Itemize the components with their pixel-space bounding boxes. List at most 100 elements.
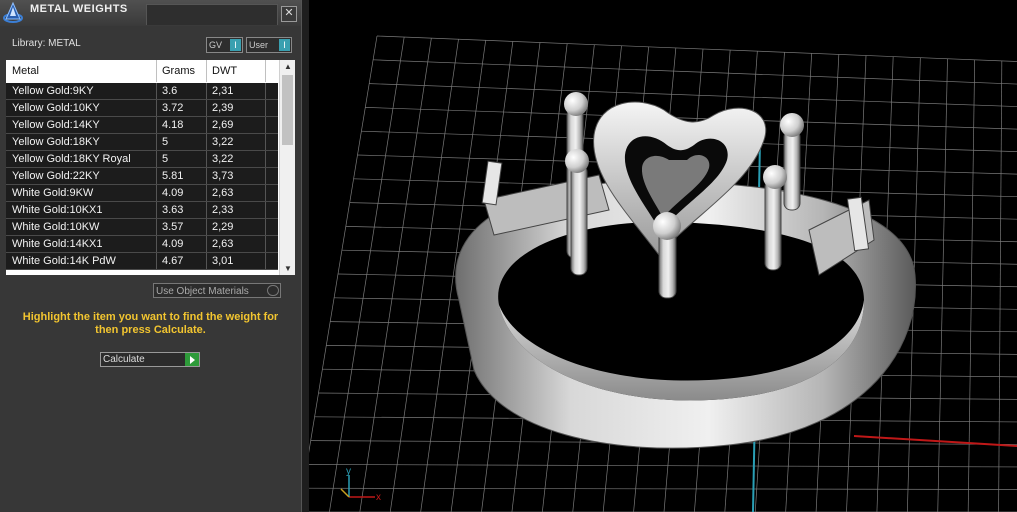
cell-divider bbox=[206, 100, 207, 116]
column-divider bbox=[206, 60, 207, 82]
table-row[interactable]: Yellow Gold:18KY Royal 5 3,22 bbox=[6, 151, 278, 168]
cell-grams: 5 bbox=[162, 153, 169, 165]
column-divider bbox=[156, 60, 157, 82]
cell-metal: White Gold:10KW bbox=[12, 221, 100, 233]
cell-divider bbox=[265, 83, 266, 99]
column-divider bbox=[265, 60, 266, 82]
cell-metal: White Gold:14KX1 bbox=[12, 238, 103, 250]
cell-metal: Yellow Gold:18KY Royal bbox=[12, 153, 131, 165]
table-header: Metal Grams DWT bbox=[6, 60, 278, 82]
table-row[interactable]: Yellow Gold:14KY 4.18 2,69 bbox=[6, 117, 278, 134]
calculate-button[interactable]: Calculate bbox=[100, 352, 200, 367]
cell-dwt: 3,22 bbox=[212, 136, 234, 148]
viewport-canvas[interactable]: x y bbox=[309, 0, 1017, 512]
cell-divider bbox=[156, 219, 157, 235]
cell-dwt: 2,63 bbox=[212, 187, 234, 199]
user-filter-indicator-icon: I bbox=[279, 39, 290, 51]
cell-divider bbox=[206, 134, 207, 150]
cell-grams: 5.81 bbox=[162, 170, 184, 182]
cell-divider bbox=[156, 83, 157, 99]
cell-divider bbox=[156, 100, 157, 116]
gv-filter-label: GV bbox=[209, 40, 223, 50]
table-row[interactable]: Yellow Gold:18KY 5 3,22 bbox=[6, 134, 278, 151]
cell-grams: 4.09 bbox=[162, 238, 184, 250]
close-button[interactable]: ✕ bbox=[281, 6, 297, 22]
table-row[interactable]: Yellow Gold:22KY 5.81 3,73 bbox=[6, 168, 278, 185]
axis-gizmo-icon: x y bbox=[340, 466, 381, 503]
table-row[interactable]: Yellow Gold:10KY 3.72 2,39 bbox=[6, 100, 278, 117]
cell-metal: Yellow Gold:22KY bbox=[12, 170, 100, 182]
grid-line bbox=[309, 487, 1017, 490]
cell-metal: White Gold:10KX1 bbox=[12, 204, 103, 216]
table-scrollbar[interactable]: ▲ ▼ bbox=[279, 60, 295, 275]
cell-metal: White Gold:14K PdW bbox=[12, 255, 116, 267]
cell-divider bbox=[206, 117, 207, 133]
table-row[interactable]: White Gold:9KW 4.09 2,63 bbox=[6, 185, 278, 202]
gizmo-y-label: y bbox=[346, 466, 351, 477]
column-header-grams[interactable]: Grams bbox=[162, 65, 195, 77]
cell-divider bbox=[265, 151, 266, 167]
use-object-materials-toggle[interactable]: Use Object Materials bbox=[153, 283, 281, 298]
cell-dwt: 2,39 bbox=[212, 102, 234, 114]
table-row[interactable]: White Gold:14KX1 4.09 2,63 bbox=[6, 236, 278, 253]
cell-divider bbox=[156, 134, 157, 150]
cell-metal: White Gold:9KW bbox=[12, 187, 94, 199]
cell-divider bbox=[206, 185, 207, 201]
scrollbar-thumb[interactable] bbox=[282, 75, 293, 145]
panel-titlebar: METAL WEIGHTS ✕ bbox=[0, 0, 301, 26]
instructions-text: Highlight the item you want to find the … bbox=[22, 311, 279, 336]
cell-divider bbox=[156, 253, 157, 269]
play-arrow-icon bbox=[185, 353, 199, 366]
cell-divider bbox=[265, 185, 266, 201]
cell-divider bbox=[265, 168, 266, 184]
cell-divider bbox=[206, 151, 207, 167]
cell-divider bbox=[265, 219, 266, 235]
gv-filter-toggle[interactable]: GV I bbox=[206, 37, 243, 53]
cell-divider bbox=[265, 134, 266, 150]
cell-dwt: 2,31 bbox=[212, 85, 234, 97]
cell-dwt: 2,69 bbox=[212, 119, 234, 131]
column-header-dwt[interactable]: DWT bbox=[212, 65, 237, 77]
cell-divider bbox=[156, 185, 157, 201]
cell-dwt: 3,22 bbox=[212, 153, 234, 165]
cell-divider bbox=[156, 168, 157, 184]
cell-grams: 3.63 bbox=[162, 204, 184, 216]
cell-metal: Yellow Gold:9KY bbox=[12, 85, 94, 97]
cell-metal: Yellow Gold:18KY bbox=[12, 136, 100, 148]
ring-model[interactable] bbox=[455, 92, 916, 449]
use-object-materials-label: Use Object Materials bbox=[156, 286, 249, 297]
metal-weights-table: Metal Grams DWT Yellow Gold:9KY 3.6 2,31 Ye… bbox=[6, 60, 295, 275]
scroll-up-icon[interactable]: ▲ bbox=[280, 60, 295, 73]
metal-weights-panel: METAL WEIGHTS ✕ Library: METAL GV I User… bbox=[0, 0, 301, 512]
cell-divider bbox=[265, 100, 266, 116]
calculate-label: Calculate bbox=[103, 354, 145, 365]
table-row[interactable]: White Gold:14K PdW 4.67 3,01 bbox=[6, 253, 278, 270]
cell-divider bbox=[156, 202, 157, 218]
cell-grams: 3.6 bbox=[162, 85, 178, 97]
user-filter-label: User bbox=[249, 40, 269, 50]
cell-grams: 4.09 bbox=[162, 187, 184, 199]
cell-divider bbox=[265, 236, 266, 252]
cell-divider bbox=[265, 202, 266, 218]
cell-dwt: 2,63 bbox=[212, 238, 234, 250]
column-header-metal[interactable]: Metal bbox=[12, 65, 39, 77]
cell-divider bbox=[206, 202, 207, 218]
cell-metal: Yellow Gold:10KY bbox=[12, 102, 100, 114]
cell-dwt: 3,73 bbox=[212, 170, 234, 182]
cell-divider bbox=[265, 117, 266, 133]
table-row[interactable]: White Gold:10KW 3.57 2,29 bbox=[6, 219, 278, 236]
3d-viewport[interactable]: x y bbox=[309, 0, 1017, 512]
table-row[interactable]: White Gold:10KX1 3.63 2,33 bbox=[6, 202, 278, 219]
table-row[interactable]: Yellow Gold:9KY 3.6 2,31 bbox=[6, 83, 278, 100]
table-body: Yellow Gold:9KY 3.6 2,31 Yellow Gold:10KY 3.… bbox=[6, 83, 278, 270]
user-filter-toggle[interactable]: User I bbox=[246, 37, 292, 53]
cell-divider bbox=[206, 83, 207, 99]
grid-line bbox=[376, 35, 1017, 62]
app-logo-icon bbox=[3, 1, 23, 23]
grid-line bbox=[309, 464, 1017, 468]
radio-indicator-icon bbox=[267, 285, 279, 296]
cell-grams: 5 bbox=[162, 136, 169, 148]
scroll-down-icon[interactable]: ▼ bbox=[280, 262, 295, 275]
cell-grams: 4.67 bbox=[162, 255, 184, 267]
x-axis-line bbox=[853, 435, 1017, 447]
